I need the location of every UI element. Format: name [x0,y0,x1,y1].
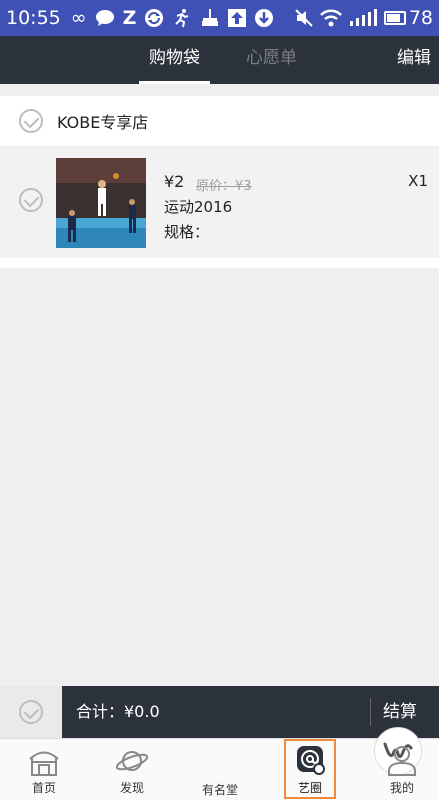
status-time: 10:55 [6,7,61,29]
nav-label-profile: 我的 [389,781,414,795]
nav-item-home[interactable]: 首页 [0,739,88,800]
edit-button[interactable]: 编辑 [397,36,431,84]
battery-level: 78 [408,7,433,29]
nav-label-hall-of-fame: 有名堂 [201,783,238,797]
checkout-separator [370,698,371,726]
store-name[interactable]: KOBE专享店 [57,109,148,133]
active-tab-highlight [284,739,336,799]
item-price: ¥2 [164,172,185,191]
item-spec: 规格： [164,223,210,241]
item-name[interactable]: 运动2016 [164,196,232,217]
total-panel: 合计：¥0.0 结算 [62,686,439,738]
product-thumbnail[interactable] [56,158,146,248]
store-row: KOBE专享店 [0,96,439,146]
nav-item-discover[interactable]: 发现 [88,739,176,800]
tab-wishlist[interactable]: 心愿单 [246,36,297,84]
checkout-bar: 合计：¥0.0 结算 [0,686,439,738]
mute-icon [294,8,314,28]
item-quantity: X1 [408,172,428,190]
planet-icon [115,751,149,771]
nav-item-profile[interactable]: 我的 [358,739,439,800]
item-original-price: 原价：¥3 [196,179,252,194]
header-bar: 购物袋 心愿单 编辑 [0,36,439,84]
status-bar: 10:55 ∞ Z 78 [0,0,439,36]
signal-icon [348,9,378,27]
download-icon [254,8,274,28]
user-icon [388,746,416,776]
item-select-checkbox[interactable] [19,188,43,212]
select-all-checkbox[interactable] [19,700,43,724]
section-divider [0,258,439,268]
wifi-icon [319,9,342,27]
upload-icon [228,9,247,27]
nav-item-hall-of-fame[interactable]: 有名堂 [176,727,422,800]
store-select-checkbox[interactable] [19,109,43,133]
bottom-nav: 首页 发现 有名堂 艺圈 我的 [0,727,439,800]
broom-icon [200,8,220,28]
cart-item[interactable]: ¥2 原价：¥3 X1 运动2016 规格： [0,148,439,258]
nav-label-discover: 发现 [119,781,144,795]
select-all-area [0,686,62,738]
home-icon [29,751,59,776]
battery-icon: 78 [383,7,433,29]
runner-icon [172,8,192,28]
chat-icon [95,9,115,27]
z-icon: Z [122,7,137,29]
total-amount: 合计：¥0.0 [76,702,160,721]
infinity-icon: ∞ [70,7,87,29]
sync-icon [144,8,164,28]
tab-cart[interactable]: 购物袋 [139,36,210,84]
nav-label-home: 首页 [31,781,56,795]
